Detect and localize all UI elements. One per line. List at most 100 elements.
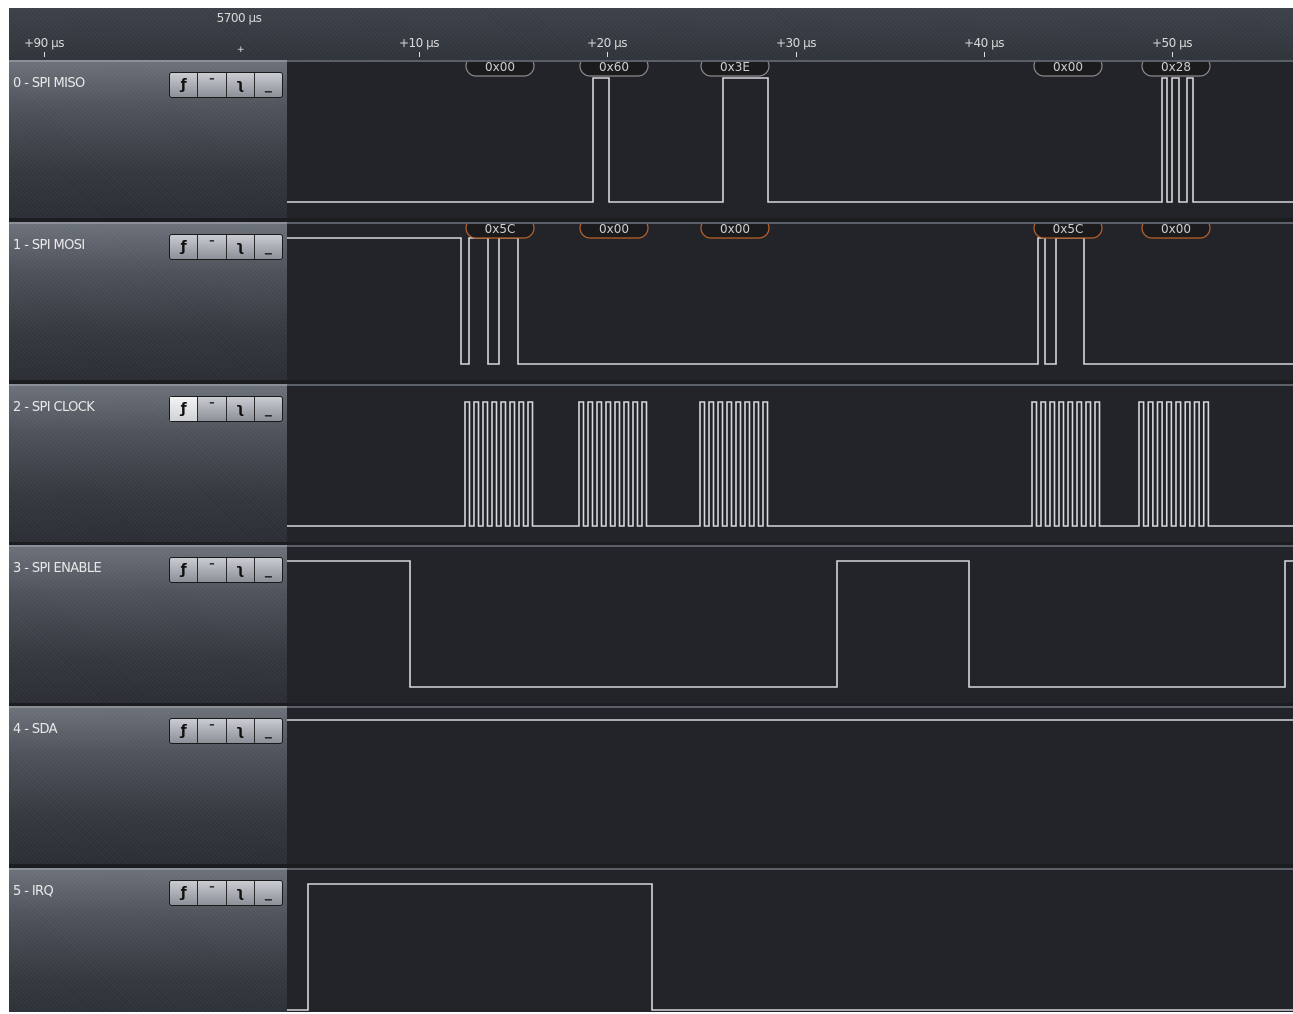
falling-edge-icon[interactable]: ʅ xyxy=(227,397,255,421)
waveform-plot[interactable] xyxy=(287,706,1293,864)
trigger-button-group: ƒ ¯ ʅ _ xyxy=(169,880,283,906)
decoded-byte-value: 0x00 xyxy=(1053,62,1083,74)
decoded-byte-bubble[interactable]: 0x00 xyxy=(1141,224,1211,239)
decoded-byte-value: 0x5C xyxy=(485,224,516,236)
channel-row-ch3: 3 - SPI ENABLE ƒ ¯ ʅ _ xyxy=(9,545,1293,703)
channel-label-panel[interactable]: 4 - SDA ƒ ¯ ʅ _ xyxy=(9,706,287,864)
falling-edge-icon[interactable]: ʅ xyxy=(227,558,255,582)
channel-name: 0 - SPI MISO xyxy=(13,76,85,91)
time-ruler[interactable]: 5700 µs + +90 µs +10 µs +20 µs +30 µs +40 µs… xyxy=(9,8,1293,61)
waveform-svg xyxy=(287,401,1293,527)
waveform-svg: 0x5C 0x00 0x00 0x5C 0x00 xyxy=(287,224,1293,365)
falling-edge-icon[interactable]: ʅ xyxy=(227,235,255,259)
rising-edge-icon[interactable]: ƒ xyxy=(170,397,199,421)
ruler-tick-mark xyxy=(44,52,45,57)
rising-edge-icon[interactable]: ƒ xyxy=(170,881,199,905)
channel-label-panel[interactable]: 2 - SPI CLOCK ƒ ¯ ʅ _ xyxy=(9,384,287,542)
waveform-svg xyxy=(287,883,1293,1011)
rising-edge-icon[interactable]: ƒ xyxy=(170,719,199,743)
ruler-tick-label: +90 µs xyxy=(23,36,65,50)
waveform-plot[interactable]: 0x5C 0x00 0x00 0x5C 0x00 xyxy=(287,222,1293,380)
decoded-byte-value: 0x00 xyxy=(485,62,515,74)
signal-trace xyxy=(287,77,1293,203)
decoded-byte-bubble[interactable]: 0x3E xyxy=(700,62,770,77)
channel-label-panel[interactable]: 5 - IRQ ƒ ¯ ʅ _ xyxy=(9,868,287,1012)
ruler-tick-mark xyxy=(984,52,985,57)
trigger-button-group: ƒ ¯ ʅ _ xyxy=(169,72,283,98)
channel-label-panel[interactable]: 1 - SPI MOSI ƒ ¯ ʅ _ xyxy=(9,222,287,380)
reference-time-label: 5700 µs xyxy=(216,11,262,25)
channel-name: 5 - IRQ xyxy=(13,884,54,899)
reference-marker-icon: + xyxy=(237,45,245,55)
ruler-tick-label: +40 µs xyxy=(963,36,1005,50)
decoded-byte-value: 0x00 xyxy=(599,224,629,236)
decoded-byte-value: 0x60 xyxy=(599,62,629,74)
signal-trace xyxy=(287,883,1293,1011)
rising-edge-icon[interactable]: ƒ xyxy=(170,73,199,97)
waveform-plot[interactable] xyxy=(287,545,1293,703)
high-level-icon[interactable]: ¯ xyxy=(198,719,227,743)
channel-row-ch1: 1 - SPI MOSI ƒ ¯ ʅ _ 0x5C 0x00 0x00 0x5C 0x00 xyxy=(9,222,1293,380)
decoded-byte-value: 0x00 xyxy=(720,224,750,236)
trigger-button-group: ƒ ¯ ʅ _ xyxy=(169,234,283,260)
signal-trace xyxy=(287,560,1293,688)
channel-name: 3 - SPI ENABLE xyxy=(13,561,102,576)
ruler-tick-mark xyxy=(607,52,608,57)
high-level-icon[interactable]: ¯ xyxy=(198,881,227,905)
channel-row-ch0: 0 - SPI MISO ƒ ¯ ʅ _ 0x00 0x60 0x3E 0x00 0x28 xyxy=(9,60,1293,218)
trigger-button-group: ƒ ¯ ʅ _ xyxy=(169,557,283,583)
signal-trace xyxy=(287,401,1293,527)
high-level-icon[interactable]: ¯ xyxy=(198,235,227,259)
logic-analyzer-window: 5700 µs + +90 µs +10 µs +20 µs +30 µs +40 µs… xyxy=(9,8,1293,1012)
low-level-icon[interactable]: _ xyxy=(255,73,282,97)
high-level-icon[interactable]: ¯ xyxy=(198,73,227,97)
low-level-icon[interactable]: _ xyxy=(255,881,282,905)
decoded-byte-value: 0x3E xyxy=(720,62,750,74)
channel-name: 2 - SPI CLOCK xyxy=(13,400,95,415)
channel-name: 4 - SDA xyxy=(13,722,58,737)
low-level-icon[interactable]: _ xyxy=(255,235,282,259)
low-level-icon[interactable]: _ xyxy=(255,397,282,421)
ruler-tick-label: +30 µs xyxy=(775,36,817,50)
decoded-byte-bubble[interactable]: 0x00 xyxy=(700,224,770,239)
low-level-icon[interactable]: _ xyxy=(255,719,282,743)
decoded-byte-value: 0x28 xyxy=(1161,62,1191,74)
decoded-byte-bubble[interactable]: 0x5C xyxy=(1033,224,1103,239)
channel-row-ch4: 4 - SDA ƒ ¯ ʅ _ xyxy=(9,706,1293,864)
waveform-plot[interactable]: 0x00 0x60 0x3E 0x00 0x28 xyxy=(287,60,1293,218)
ruler-tick-mark xyxy=(1172,52,1173,57)
decoded-byte-value: 0x00 xyxy=(1161,224,1191,236)
channel-row-ch2: 2 - SPI CLOCK ƒ ¯ ʅ _ xyxy=(9,384,1293,542)
channel-row-ch5: 5 - IRQ ƒ ¯ ʅ _ xyxy=(9,868,1293,1012)
waveform-plot[interactable] xyxy=(287,868,1293,1012)
falling-edge-icon[interactable]: ʅ xyxy=(227,719,255,743)
channel-name: 1 - SPI MOSI xyxy=(13,238,85,253)
high-level-icon[interactable]: ¯ xyxy=(198,558,227,582)
decoded-byte-bubble[interactable]: 0x60 xyxy=(579,62,649,77)
high-level-icon[interactable]: ¯ xyxy=(198,397,227,421)
trigger-button-group: ƒ ¯ ʅ _ xyxy=(169,396,283,422)
decoded-byte-bubble[interactable]: 0x00 xyxy=(579,224,649,239)
waveform-svg xyxy=(287,719,1293,721)
waveform-svg: 0x00 0x60 0x3E 0x00 0x28 xyxy=(287,62,1293,203)
ruler-tick-label: +50 µs xyxy=(1151,36,1193,50)
channel-label-panel[interactable]: 0 - SPI MISO ƒ ¯ ʅ _ xyxy=(9,60,287,218)
falling-edge-icon[interactable]: ʅ xyxy=(227,881,255,905)
ruler-tick-mark xyxy=(796,52,797,57)
decoded-byte-bubble[interactable]: 0x00 xyxy=(465,62,535,77)
ruler-tick-label: +10 µs xyxy=(398,36,440,50)
signal-trace xyxy=(287,237,1293,365)
decoded-byte-bubble[interactable]: 0x5C xyxy=(465,224,535,239)
low-level-icon[interactable]: _ xyxy=(255,558,282,582)
trigger-button-group: ƒ ¯ ʅ _ xyxy=(169,718,283,744)
ruler-tick-label: +20 µs xyxy=(586,36,628,50)
decoded-byte-bubble[interactable]: 0x28 xyxy=(1141,62,1211,77)
decoded-byte-bubble[interactable]: 0x00 xyxy=(1033,62,1103,77)
ruler-tick-mark xyxy=(419,52,420,57)
waveform-plot[interactable] xyxy=(287,384,1293,542)
decoded-byte-value: 0x5C xyxy=(1053,224,1084,236)
rising-edge-icon[interactable]: ƒ xyxy=(170,558,199,582)
channel-label-panel[interactable]: 3 - SPI ENABLE ƒ ¯ ʅ _ xyxy=(9,545,287,703)
rising-edge-icon[interactable]: ƒ xyxy=(170,235,199,259)
falling-edge-icon[interactable]: ʅ xyxy=(227,73,255,97)
